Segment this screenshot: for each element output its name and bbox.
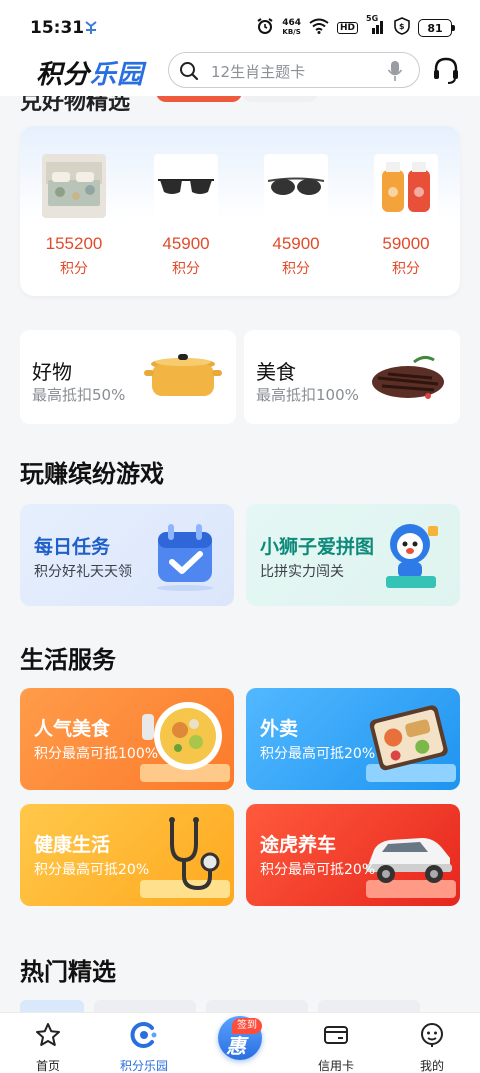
tab-label: 首页 bbox=[35, 1059, 60, 1073]
sunglasses-image bbox=[264, 154, 328, 218]
product-unit: 积分 bbox=[392, 261, 420, 277]
product-item[interactable]: 45900 积分 bbox=[256, 154, 336, 278]
shield-icon: $ bbox=[394, 17, 410, 39]
games-section-title: 玩赚缤纷游戏 bbox=[20, 460, 164, 488]
product-unit: 积分 bbox=[60, 261, 88, 277]
search-input[interactable]: 12生肖主题卡 bbox=[211, 61, 305, 82]
category-title: 好物 bbox=[32, 360, 72, 384]
tab-mine[interactable]: 我的 bbox=[384, 1017, 480, 1073]
game-title: 每日任务 bbox=[34, 536, 111, 558]
services-section-title: 生活服务 bbox=[20, 646, 116, 674]
tab-label: 信用卡 bbox=[317, 1059, 354, 1073]
service-title: 人气美食 bbox=[34, 718, 111, 740]
service-title: 途虎养车 bbox=[260, 834, 337, 856]
alarm-icon bbox=[256, 17, 274, 39]
category-subtitle: 最高抵扣100% bbox=[256, 386, 359, 404]
service-card-healthy-life[interactable]: 健康生活 积分最高可抵20% bbox=[20, 804, 234, 906]
tab-credit-card[interactable]: 信用卡 bbox=[288, 1017, 384, 1073]
category-title: 美食 bbox=[256, 360, 296, 384]
hd-indicator: HD bbox=[336, 22, 358, 34]
hot-section-title: 热门精选 bbox=[20, 958, 116, 986]
game-card-daily-tasks[interactable]: 每日任务 积分好礼天天领 bbox=[20, 504, 234, 606]
game-title: 小狮子爱拼图 bbox=[260, 536, 375, 558]
status-icons: 464 KB/S HD 5G $ 81 bbox=[256, 14, 455, 40]
signal-icon: 5G bbox=[366, 14, 386, 38]
points-icon bbox=[130, 1022, 157, 1048]
service-card-popular-food[interactable]: 人气美食 积分最高可抵100% bbox=[20, 688, 234, 790]
page: 15:31 464 KB/S HD 5G $ 81 兑好物精选 积分乐园 12生… bbox=[0, 0, 480, 1073]
product-item[interactable]: 155200 积分 bbox=[34, 154, 114, 278]
microphone-icon[interactable] bbox=[387, 60, 403, 82]
service-subtitle: 积分最高可抵20% bbox=[260, 862, 376, 878]
wifi-icon bbox=[309, 18, 329, 38]
tab-home[interactable]: 首页 bbox=[0, 1017, 96, 1073]
tab-label: 我的 bbox=[419, 1059, 444, 1073]
battery-indicator: 81 bbox=[418, 19, 455, 37]
game-card-lion-puzzle[interactable]: 小狮子爱拼图 比拼实力闯关 bbox=[246, 504, 460, 606]
search-bar[interactable]: 12生肖主题卡 bbox=[168, 52, 420, 88]
category-card-goods[interactable]: 好物 最高抵扣50% bbox=[20, 330, 236, 424]
food-bowl-image bbox=[142, 702, 222, 770]
service-subtitle: 积分最高可抵20% bbox=[260, 746, 376, 762]
net-speed: 464 KB/S bbox=[282, 18, 301, 37]
credit-card-icon bbox=[324, 1026, 348, 1044]
takeout-box-image bbox=[369, 705, 448, 771]
service-card-tuhu-car[interactable]: 途虎养车 积分最高可抵20% bbox=[246, 804, 460, 906]
calendar-check-icon bbox=[157, 524, 213, 591]
lion-mascot-image bbox=[386, 524, 438, 588]
search-icon bbox=[179, 61, 199, 81]
tab-label: 积分乐园 bbox=[119, 1059, 168, 1073]
svg-text:$: $ bbox=[399, 22, 405, 31]
product-item[interactable]: 45900 积分 bbox=[146, 154, 226, 278]
product-price: 59000 bbox=[382, 234, 430, 253]
app-notification-icon bbox=[84, 20, 98, 36]
service-subtitle: 积分最高可抵100% bbox=[34, 746, 159, 762]
product-price: 45900 bbox=[162, 234, 210, 253]
category-card-food[interactable]: 美食 最高抵扣100% bbox=[244, 330, 460, 424]
product-item[interactable]: 59000 积分 bbox=[366, 154, 446, 278]
bedding-set-image bbox=[42, 154, 106, 218]
category-subtitle: 最高抵扣50% bbox=[32, 386, 126, 404]
service-title: 健康生活 bbox=[34, 834, 111, 856]
product-unit: 积分 bbox=[172, 261, 200, 277]
product-price: 155200 bbox=[45, 234, 103, 253]
tab-points-park[interactable]: 积分乐园 bbox=[96, 1017, 192, 1073]
steak-image bbox=[372, 355, 444, 399]
stethoscope-icon bbox=[169, 817, 220, 891]
game-subtitle: 积分好礼天天领 bbox=[34, 564, 132, 580]
car-image bbox=[366, 838, 452, 883]
status-time: 15:31 bbox=[30, 18, 85, 38]
service-subtitle: 积分最高可抵20% bbox=[34, 862, 150, 878]
product-showcase: 155200 积分 45900 积分 45900 积分 59000 积分 bbox=[20, 126, 460, 296]
sign-in-icon: 惠 bbox=[226, 1034, 246, 1058]
product-unit: 积分 bbox=[282, 261, 310, 277]
star-icon bbox=[36, 1023, 60, 1046]
header: 积分乐园 12生肖主题卡 bbox=[0, 46, 480, 96]
shampoo-bottles-image bbox=[374, 154, 438, 218]
customer-service-icon[interactable] bbox=[432, 56, 460, 86]
product-price: 45900 bbox=[272, 234, 320, 253]
app-logo: 积分乐园 bbox=[36, 60, 145, 90]
profile-icon bbox=[421, 1023, 443, 1047]
sign-in-badge: 签到 bbox=[232, 1018, 262, 1034]
cooking-pot-image bbox=[144, 354, 222, 396]
game-subtitle: 比拼实力闯关 bbox=[260, 564, 344, 580]
service-card-takeout[interactable]: 外卖 积分最高可抵20% bbox=[246, 688, 460, 790]
service-title: 外卖 bbox=[260, 718, 299, 740]
sunglasses-image bbox=[154, 154, 218, 218]
